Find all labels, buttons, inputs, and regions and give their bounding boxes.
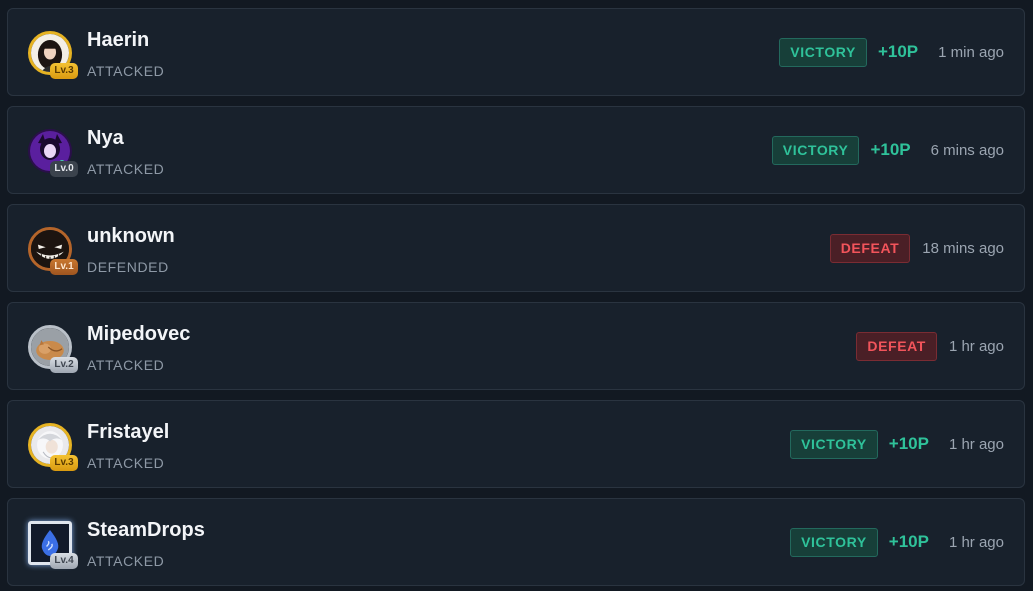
level-badge: Lv.4	[50, 553, 78, 569]
action-label: ATTACKED	[87, 553, 165, 569]
timestamp: 1 hr ago	[948, 533, 1004, 551]
battle-log-row[interactable]: Lv.0 Nya ATTACKED VICTORY +10P 6 mins ag…	[7, 106, 1025, 194]
points-earned: +10P	[877, 42, 919, 61]
level-badge: Lv.3	[50, 455, 78, 471]
points-earned: +10P	[888, 434, 929, 453]
level-badge: Lv.1	[50, 259, 78, 275]
points-earned: +10P	[870, 140, 911, 159]
result-badge: DEFEAT	[829, 233, 911, 263]
points-earned: +10P	[888, 532, 929, 551]
player-avatar[interactable]: Lv.1	[28, 227, 78, 275]
result-badge: VICTORY	[790, 527, 878, 557]
action-label: ATTACKED	[87, 357, 165, 373]
timestamp: 6 mins ago	[930, 141, 1004, 159]
result-badge: VICTORY	[779, 37, 867, 67]
player-name[interactable]: SteamDrops	[87, 519, 205, 542]
timestamp: 18 mins ago	[922, 239, 1004, 257]
action-label: DEFENDED	[87, 259, 169, 275]
player-avatar[interactable]: Lv.3	[28, 423, 78, 471]
action-label: ATTACKED	[87, 455, 165, 471]
battle-log-list: Lv.3 Haerin ATTACKED VICTORY +10P 1 min …	[0, 0, 1033, 591]
player-avatar[interactable]: Lv.2	[28, 325, 78, 373]
timestamp: 1 hr ago	[948, 435, 1004, 453]
player-name[interactable]: Mipedovec	[87, 323, 190, 346]
player-name[interactable]: Fristayel	[87, 421, 169, 444]
timestamp: 1 hr ago	[948, 337, 1004, 355]
battle-log-row[interactable]: Lv.4 SteamDrops ATTACKED VICTORY +10P 1 …	[7, 498, 1025, 586]
player-avatar[interactable]: Lv.4	[28, 521, 78, 569]
battle-log-row[interactable]: Lv.3 Fristayel ATTACKED VICTORY +10P 1 h…	[7, 400, 1025, 488]
battle-log-row[interactable]: Lv.1 unknown DEFENDED DEFEAT 18 mins ago	[7, 204, 1025, 292]
result-badge: VICTORY	[790, 429, 878, 459]
battle-log-row[interactable]: Lv.2 Mipedovec ATTACKED DEFEAT 1 hr ago	[7, 302, 1025, 390]
level-badge: Lv.3	[50, 63, 78, 79]
player-avatar[interactable]: Lv.3	[28, 31, 78, 79]
player-name[interactable]: Nya	[87, 127, 124, 150]
level-badge: Lv.2	[50, 357, 78, 373]
battle-log-row[interactable]: Lv.3 Haerin ATTACKED VICTORY +10P 1 min …	[7, 8, 1025, 96]
action-label: ATTACKED	[87, 161, 165, 177]
timestamp: 1 min ago	[938, 43, 1004, 61]
action-label: ATTACKED	[87, 63, 165, 79]
result-badge: VICTORY	[771, 135, 860, 165]
player-name[interactable]: unknown	[87, 225, 175, 248]
player-avatar[interactable]: Lv.0	[28, 129, 78, 177]
result-badge: DEFEAT	[856, 331, 937, 361]
level-badge: Lv.0	[50, 161, 78, 177]
player-name[interactable]: Haerin	[87, 29, 149, 52]
